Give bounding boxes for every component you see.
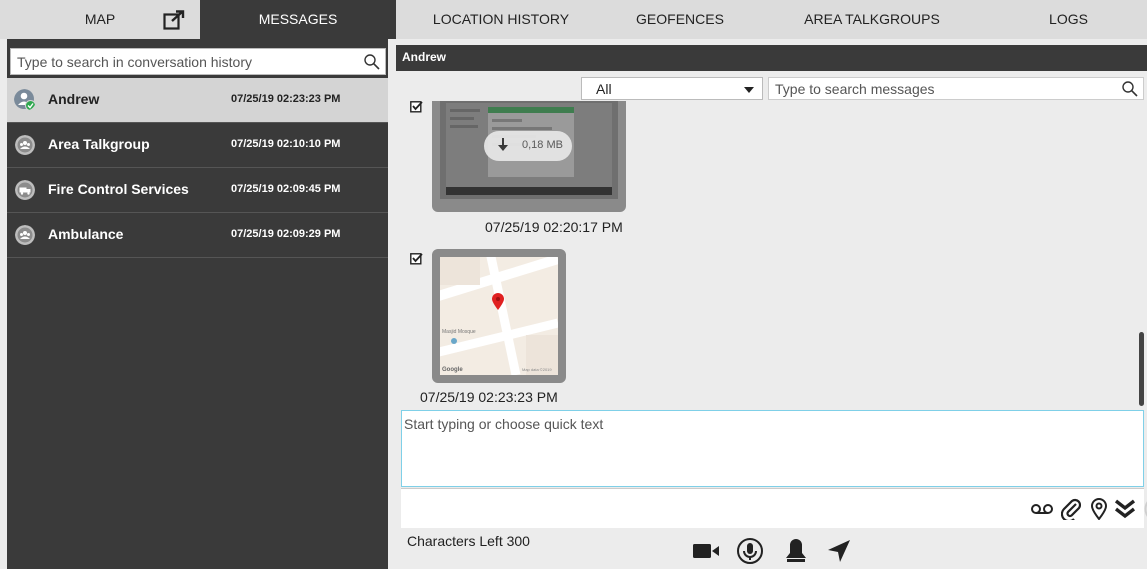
tab-map-label: MAP (84, 11, 116, 27)
download-file-button[interactable]: 0,18 MB (484, 131, 572, 161)
message-timestamp: 07/25/19 02:20:17 PM (485, 219, 623, 235)
message-search-input[interactable]: Type to search messages (768, 77, 1144, 100)
tab-location-history[interactable]: LOCATION HISTORY (396, 0, 606, 39)
talkgroup-icon (15, 135, 35, 155)
tab-logs[interactable]: LOGS (990, 0, 1147, 39)
conversation-time: 07/25/19 02:10:10 PM (231, 138, 341, 150)
message-list-scrollbar[interactable] (1139, 332, 1144, 406)
conversation-panel: Type to search in conversation history A… (7, 39, 388, 569)
message-list: 0,18 MB 07/25/19 02:20:17 PM Masjid Mosq… (400, 101, 1140, 410)
attachment-icon[interactable] (1061, 498, 1081, 520)
fire-truck-icon (15, 180, 35, 200)
checkbox-icon[interactable] (410, 253, 423, 265)
tab-geofences-label: GEOFENCES (636, 11, 724, 27)
microphone-icon[interactable] (736, 537, 764, 565)
conversation-item-area-talkgroup[interactable]: Area Talkgroup 07/25/19 02:10:10 PM (7, 123, 388, 168)
svg-text:Masjid Mosque: Masjid Mosque (442, 329, 476, 335)
chat-contact-name: Andrew (402, 50, 447, 64)
conversation-name: Andrew (48, 91, 100, 107)
location-icon[interactable] (1091, 498, 1107, 520)
tab-geofences[interactable]: GEOFENCES (606, 0, 754, 39)
double-chevron-down-icon[interactable] (1114, 499, 1136, 519)
tab-area-talkgroups[interactable]: AREA TALKGROUPS (754, 0, 990, 39)
navigation-arrow-icon[interactable] (826, 538, 852, 564)
map-preview: Masjid Mosque Google Map data ©2019 (440, 257, 558, 375)
popout-icon[interactable] (163, 10, 185, 30)
conversation-time: 07/25/19 02:23:23 PM (231, 93, 341, 105)
conversation-search-input[interactable]: Type to search in conversation history (10, 48, 386, 75)
conversation-item-fire-control-services[interactable]: Fire Control Services 07/25/19 02:09:45 … (7, 168, 388, 213)
tab-area-talkgroups-label: AREA TALKGROUPS (804, 11, 940, 27)
message-filter-select[interactable]: All (581, 77, 763, 100)
conversation-search-placeholder: Type to search in conversation history (17, 54, 253, 70)
file-size: 0,18 MB (522, 139, 563, 151)
chat-header: Andrew (396, 45, 1147, 71)
message-filter-value: All (596, 81, 612, 97)
conversation-name: Fire Control Services (48, 181, 189, 197)
user-online-icon (14, 89, 36, 111)
message-search-placeholder: Type to search messages (775, 81, 935, 97)
tab-location-history-label: LOCATION HISTORY (432, 11, 570, 27)
conversation-name: Ambulance (48, 226, 124, 242)
tab-messages-label: MESSAGES (258, 11, 338, 27)
message-input-placeholder: Start typing or choose quick text (404, 416, 604, 432)
top-tab-bar: MAP MESSAGES LOCATION HISTORY GEOFENCES … (0, 0, 1147, 39)
conversation-item-ambulance[interactable]: Ambulance 07/25/19 02:09:29 PM (7, 213, 388, 258)
file-attachment-message[interactable]: 0,18 MB (432, 101, 626, 212)
download-icon (498, 138, 508, 151)
tab-logs-label: LOGS (1049, 11, 1088, 27)
location-pin-icon (492, 293, 504, 310)
message-input[interactable]: Start typing or choose quick text (401, 410, 1144, 487)
conversation-time: 07/25/19 02:09:45 PM (231, 183, 341, 195)
message-timestamp: 07/25/19 02:23:23 PM (420, 389, 558, 405)
tab-messages[interactable]: MESSAGES (200, 0, 396, 39)
search-icon[interactable] (363, 53, 381, 71)
conversation-item-andrew[interactable]: Andrew 07/25/19 02:23:23 PM (7, 78, 388, 123)
location-message[interactable]: Masjid Mosque Google Map data ©2019 (432, 249, 566, 383)
chevron-down-icon (744, 87, 754, 93)
ambulance-icon (15, 225, 35, 245)
conversation-time: 07/25/19 02:09:29 PM (231, 228, 341, 240)
svg-text:Map data ©2019: Map data ©2019 (522, 367, 552, 372)
checkbox-icon[interactable] (410, 101, 423, 113)
conversation-name: Area Talkgroup (48, 136, 150, 152)
app-root: MAP MESSAGES LOCATION HISTORY GEOFENCES … (0, 0, 1147, 569)
characters-left: Characters Left 300 (407, 533, 530, 549)
svg-text:Google: Google (442, 367, 463, 373)
video-call-icon[interactable] (692, 542, 720, 560)
composer-toolbar (401, 488, 1147, 528)
alert-bell-icon[interactable] (784, 537, 808, 565)
voicemail-icon[interactable] (1031, 502, 1053, 516)
search-icon[interactable] (1121, 80, 1139, 98)
